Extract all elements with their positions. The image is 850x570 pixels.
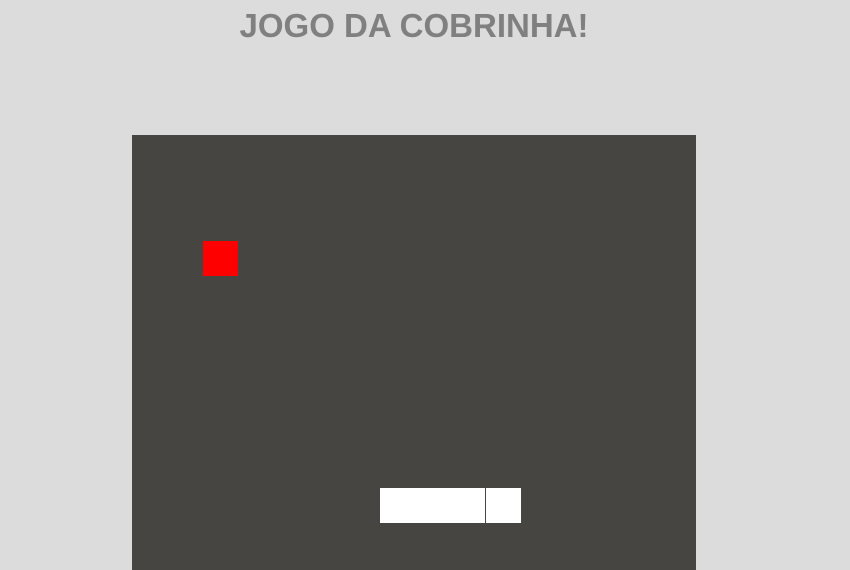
snake-segment xyxy=(450,488,485,523)
page-title: JOGO DA COBRINHA! xyxy=(239,7,589,44)
snake-segment xyxy=(415,488,450,523)
snake-segment xyxy=(380,488,415,523)
snake-segment xyxy=(486,488,521,523)
food-item xyxy=(203,241,238,276)
game-board[interactable] xyxy=(132,135,696,570)
